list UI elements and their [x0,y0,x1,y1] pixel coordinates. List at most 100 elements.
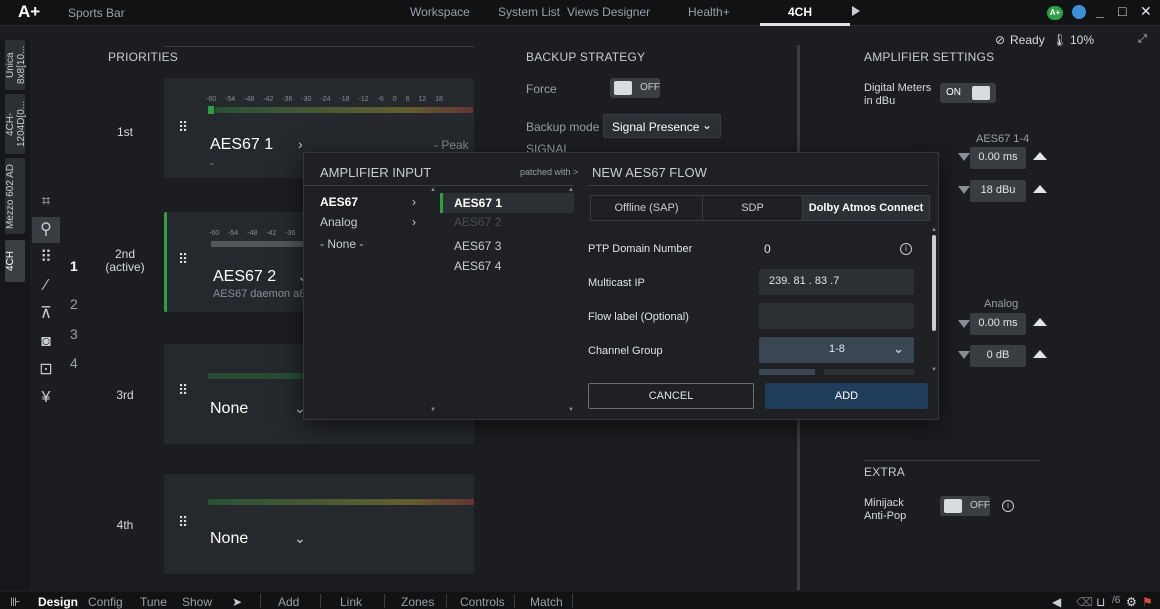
device-tab-4ch-1204d[interactable]: 4CH-1204D[0... [5,94,27,154]
lock-icon[interactable]: ⊡ [32,357,60,383]
backup-mode-select[interactable]: Signal Presence ⌄ [603,114,721,138]
action-match[interactable]: Match [530,595,563,609]
tab-dolby-atmos-connect[interactable]: Dolby Atmos Connect [803,196,929,220]
nav-4ch[interactable]: 4CH [788,5,812,19]
layout-icon[interactable]: ⊪ [10,595,20,609]
nav-system-list[interactable]: System List [498,5,560,19]
tab-offline-sap[interactable]: Offline (SAP) [591,196,703,220]
meter-scale: -60 -54 -48 -42 -36 [209,230,296,237]
priority-1-label: 1st [116,125,133,139]
priorities-title: PRIORITIES [108,50,179,64]
scroll-down-icon[interactable]: ▼ [568,407,574,413]
chevron-right-icon[interactable]: › [298,136,303,152]
routing-icon[interactable]: ⚲ [32,217,60,243]
channel-3[interactable]: 3 [70,326,78,342]
aes-delay-value[interactable]: 0.00 ms [970,147,1026,169]
add-button[interactable]: ADD [765,383,928,409]
flow-label-input[interactable] [759,303,914,329]
analog-delay-down-icon[interactable] [958,320,970,328]
play-icon[interactable] [852,6,860,16]
scroll-up-icon[interactable]: ▲ [430,187,436,193]
info-icon[interactable]: i [900,243,912,255]
nav-workspace[interactable]: Workspace [410,5,470,19]
priority-3-label: 3rd [116,388,134,402]
scroll-down-icon[interactable]: ▼ [430,407,436,413]
multicast-ip-input[interactable]: 239. 81 . 83 .7 [759,269,914,295]
scroll-up-icon[interactable]: ▲ [568,187,574,193]
tab-sdp[interactable]: SDP [703,196,803,220]
maximize-button[interactable]: □ [1118,3,1126,19]
separator [260,594,261,608]
source-none[interactable]: - None - [320,237,363,251]
scroll-down-icon[interactable]: ▼ [931,367,937,373]
source-aes67[interactable]: AES67 [320,195,358,209]
analog-delay-value[interactable]: 0.00 ms [970,313,1026,335]
crossover-icon[interactable]: ⊼ [32,301,60,327]
shield-icon[interactable] [1072,5,1086,19]
aes-delay-down-icon[interactable] [958,153,970,161]
aes-delay-up-icon[interactable] [1033,152,1047,160]
gear-icon[interactable]: ⚙ [1126,595,1137,609]
chevron-down-icon: ⌄ [893,341,904,356]
channel-1[interactable]: 1 [70,258,78,274]
aes-level-down-icon[interactable] [958,186,970,194]
device-tab-unica[interactable]: Unica 8x8[10... [5,40,27,90]
mode-design[interactable]: Design [38,595,78,609]
device-tab-4ch[interactable]: 4CH [5,240,25,282]
filter-curve-icon[interactable]: ∕ [32,273,60,299]
priority-4-label: 4th [116,518,134,532]
cancel-button[interactable]: CANCEL [588,383,754,409]
analog-level-up-icon[interactable] [1033,350,1047,358]
minijack-toggle[interactable]: OFF [940,496,990,516]
aplus-badge-icon[interactable]: A+ [1047,6,1063,20]
mode-config[interactable]: Config [88,595,123,609]
scroll-up-icon[interactable]: ▲ [931,227,937,233]
amp-input-title: AMPLIFIER INPUT [320,165,432,180]
matrix-icon[interactable]: ⠿ [32,245,60,271]
minimize-button[interactable]: _ [1096,3,1104,19]
project-name[interactable]: Sports Bar [68,6,125,20]
info-icon[interactable]: i [1002,500,1014,512]
action-add[interactable]: Add [278,595,299,609]
force-toggle[interactable]: OFF [610,78,660,98]
language-flag-icon[interactable]: ⚑ [1142,595,1153,609]
analog-delay-up-icon[interactable] [1033,318,1047,326]
analog-level-value[interactable]: 0 dB [970,345,1026,367]
mode-tune[interactable]: Tune [140,595,167,609]
pointer-icon[interactable]: ➤ [232,595,242,609]
mode-show[interactable]: Show [182,595,212,609]
channel-4[interactable]: 4 [70,355,78,371]
expand-icon[interactable]: ⤢ [1138,33,1147,46]
close-button[interactable]: ✕ [1140,3,1152,20]
trash-icon[interactable]: ⌫ [1076,595,1093,609]
channel-aes67-3[interactable]: AES67 3 [454,239,501,253]
channel-group-select[interactable]: 1-8 ⌄ [759,337,914,363]
tools-icon[interactable]: ¥ [32,385,60,411]
chevron-down-icon[interactable]: ⌄ [294,530,306,547]
device-tab-mezzo[interactable]: Mezzo 602 AD [5,158,25,234]
digital-meters-toggle[interactable]: ON [940,83,996,103]
action-zones[interactable]: Zones [401,595,434,609]
drag-handle-icon[interactable]: ⠿ [178,120,189,134]
speaker-icon[interactable]: ◙ [32,329,60,355]
speaker-icon[interactable]: ◀ [1052,595,1061,609]
nav-health[interactable]: Health+ [688,5,730,19]
chip-icon[interactable]: ⌗ [32,189,60,215]
channel-aes67-4[interactable]: AES67 4 [454,259,501,273]
source-analog[interactable]: Analog [320,215,357,229]
action-link[interactable]: Link [340,595,362,609]
channel-aes67-1[interactable]: AES67 1 [454,196,502,210]
ptp-domain-value[interactable]: 0 [764,242,771,256]
drag-handle-icon[interactable]: ⠿ [178,252,189,266]
channel-2[interactable]: 2 [70,296,78,312]
drag-handle-icon[interactable]: ⠿ [178,383,189,397]
aes-level-up-icon[interactable] [1033,185,1047,193]
nav-views-designer[interactable]: Views Designer [567,5,650,19]
analog-level-down-icon[interactable] [958,351,970,359]
unlock-icon[interactable]: ⊔ [1096,595,1105,609]
form-scrollbar[interactable] [932,235,936,331]
drag-handle-icon[interactable]: ⠿ [178,515,189,529]
aes-level-value[interactable]: 18 dBu [970,180,1026,202]
action-controls[interactable]: Controls [460,595,505,609]
priority-card-4[interactable]: None ⌄ [164,474,474,574]
